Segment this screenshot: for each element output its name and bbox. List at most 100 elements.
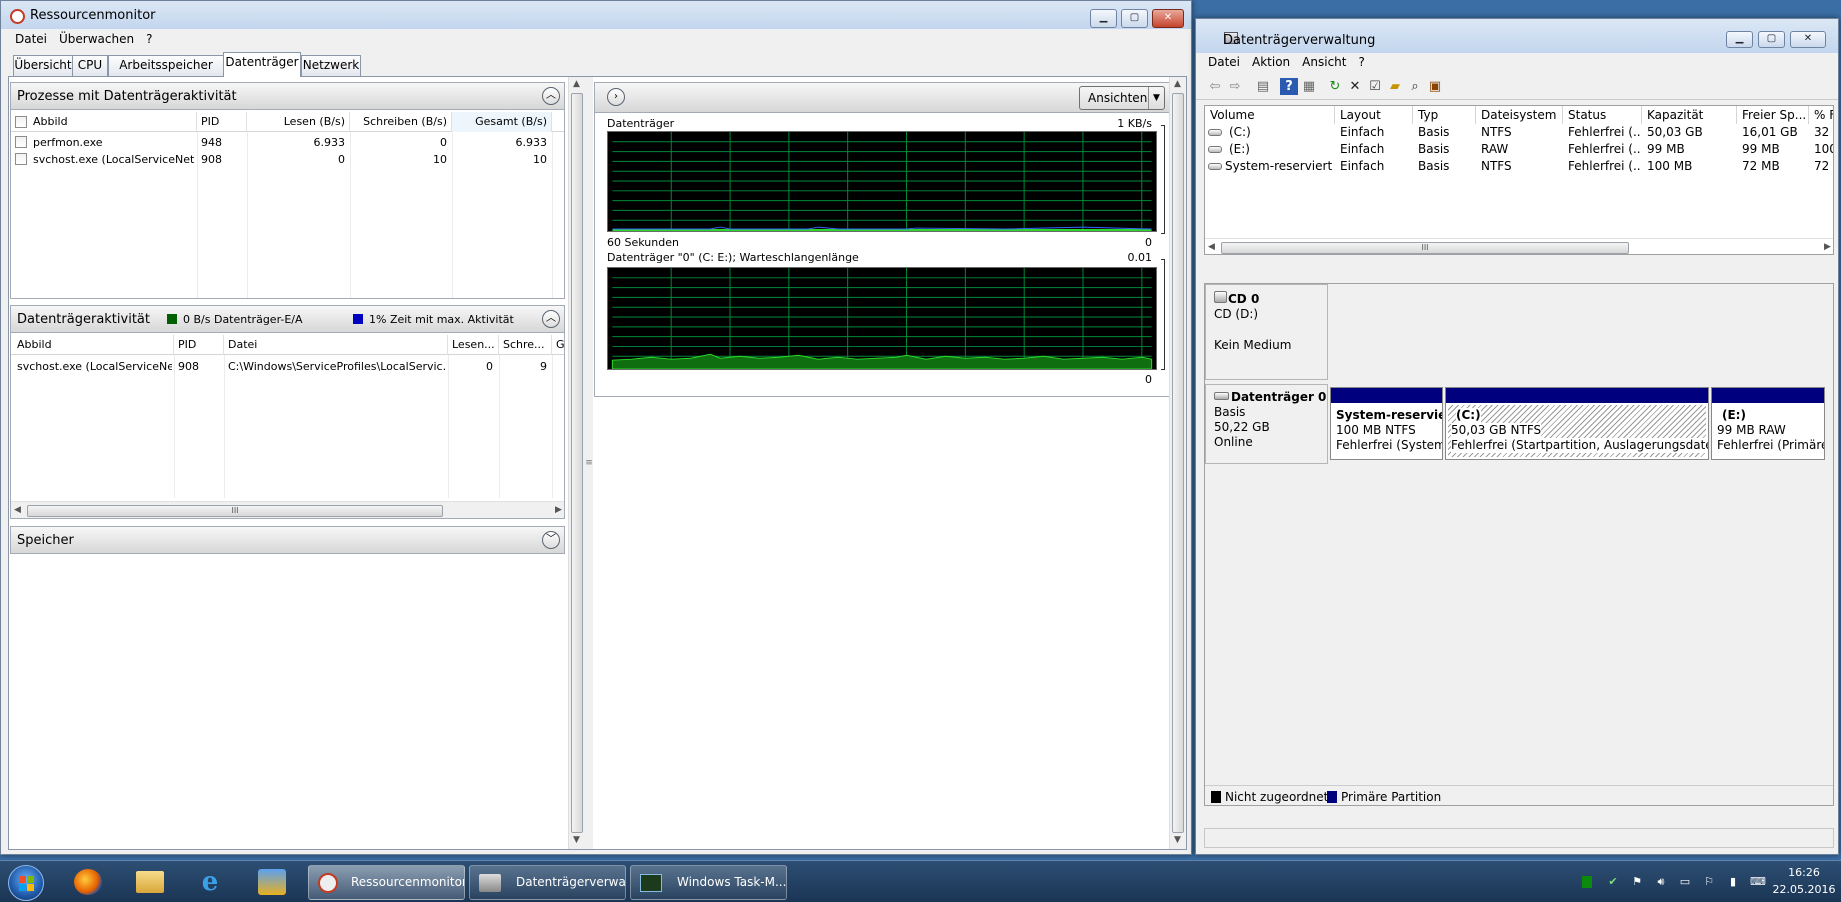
- start-button[interactable]: [8, 865, 44, 901]
- volume-list-hscrollbar[interactable]: ◀ III ▶: [1205, 238, 1833, 254]
- col-prozent-frei[interactable]: % F: [1809, 106, 1833, 124]
- expand-right-icon[interactable]: ›: [607, 88, 625, 106]
- menu-ansicht[interactable]: Ansicht: [1296, 53, 1352, 72]
- menu-datei[interactable]: Datei: [9, 30, 53, 49]
- open-folder-icon[interactable]: ▰: [1386, 78, 1404, 95]
- cd0-area[interactable]: [1329, 284, 1833, 380]
- menu-help[interactable]: ?: [140, 30, 158, 49]
- menu-aktion[interactable]: Aktion: [1246, 53, 1296, 72]
- scroll-thumb[interactable]: III: [27, 505, 443, 517]
- col-schreiben[interactable]: Schre...: [499, 335, 552, 355]
- clock-time[interactable]: 16:26: [1772, 866, 1836, 879]
- tray-volume-icon[interactable]: 🔊︎: [1654, 875, 1668, 889]
- resmon-titlebar[interactable]: Ressourcenmonitor ▁ ▢ ✕: [1, 1, 1191, 29]
- table-row[interactable]: svchost.exe (LocalServiceNe... 908 C:\Wi…: [11, 358, 564, 375]
- activity-hscrollbar[interactable]: ◀ III ▶: [11, 501, 564, 518]
- tab-cpu[interactable]: CPU: [72, 55, 108, 76]
- tray-flag-icon[interactable]: ⚐: [1702, 875, 1716, 889]
- maximize-button[interactable]: ▢: [1758, 31, 1785, 48]
- taskbar-taskmgr[interactable]: Windows Task-M...: [630, 865, 787, 900]
- row-checkbox[interactable]: [15, 153, 27, 165]
- col-abbild[interactable]: Abbild: [29, 112, 197, 132]
- tray-keyboard-icon[interactable]: ⌨: [1750, 875, 1766, 889]
- row-checkbox[interactable]: [15, 136, 27, 148]
- scroll-left-icon[interactable]: ◀: [1208, 242, 1215, 252]
- collapse-up-icon[interactable]: ︿: [542, 87, 560, 105]
- tray-update-icon[interactable]: ✔: [1606, 875, 1620, 889]
- table-row[interactable]: perfmon.exe 948 6.933 0 6.933: [11, 134, 552, 151]
- refresh-icon[interactable]: ↻: [1326, 78, 1344, 95]
- tab-arbeitsspeicher[interactable]: Arbeitsspeicher: [108, 55, 224, 76]
- scroll-down-icon[interactable]: ▼: [1174, 835, 1181, 845]
- settings-icon[interactable]: ☑: [1366, 78, 1384, 95]
- col-pid[interactable]: PID: [174, 335, 224, 355]
- col-abbild[interactable]: Abbild: [13, 335, 174, 355]
- delete-icon[interactable]: ✕: [1346, 78, 1364, 95]
- col-lesen[interactable]: Lesen (B/s): [247, 112, 350, 132]
- table-row[interactable]: (C:) Einfach Basis NTFS Fehlerfrei (... …: [1205, 124, 1833, 141]
- col-volume[interactable]: Volume: [1205, 106, 1335, 124]
- search-icon[interactable]: ⌕: [1406, 78, 1424, 95]
- help-icon[interactable]: ?: [1280, 78, 1298, 95]
- minimize-button[interactable]: ▁: [1726, 31, 1753, 48]
- tray-resmon-icon[interactable]: [1582, 876, 1592, 888]
- pinned-app-icon[interactable]: [258, 869, 286, 895]
- menu-datei[interactable]: Datei: [1202, 53, 1246, 72]
- clock-date[interactable]: 22.05.2016: [1768, 883, 1840, 896]
- taskbar-resmon[interactable]: Ressourcenmonitor: [308, 865, 465, 900]
- views-button[interactable]: Ansichten ▼: [1079, 86, 1165, 110]
- col-kapazitaet[interactable]: Kapazität: [1642, 106, 1737, 124]
- partition-c[interactable]: (C:) 50,03 GB NTFS Fehlerfrei (Startpart…: [1445, 387, 1709, 460]
- col-status[interactable]: Status: [1563, 106, 1642, 124]
- left-pane-vscrollbar[interactable]: ▲ ▼: [568, 77, 585, 849]
- cd0-info[interactable]: CD 0 CD (D:) Kein Medium: [1205, 284, 1328, 380]
- tray-display-icon[interactable]: ▭: [1678, 875, 1692, 889]
- diskmgmt-titlebar[interactable]: Datenträgerverwaltung ▁ ▢ ✕: [1196, 19, 1838, 53]
- firefox-icon[interactable]: [74, 869, 102, 895]
- scroll-thumb[interactable]: [1172, 93, 1184, 833]
- col-dateisystem[interactable]: Dateisystem: [1476, 106, 1563, 124]
- tray-action-center-icon[interactable]: ⚑: [1630, 875, 1644, 889]
- minimize-button[interactable]: ▁: [1090, 9, 1117, 28]
- col-lesen[interactable]: Lesen...: [448, 335, 499, 355]
- disk-properties-icon[interactable]: ▣: [1426, 78, 1444, 95]
- properties-icon[interactable]: ▦: [1300, 78, 1318, 95]
- memory-header[interactable]: Speicher ﹀: [11, 527, 564, 553]
- table-row[interactable]: svchost.exe (LocalServiceNet... 908 0 10…: [11, 151, 552, 168]
- col-gesamt[interactable]: G: [552, 335, 564, 355]
- partition-e[interactable]: (E:) 99 MB RAW Fehlerfrei (Primäre: [1711, 387, 1825, 460]
- tab-netzwerk[interactable]: Netzwerk: [301, 55, 361, 76]
- collapse-up-icon[interactable]: ︿: [542, 310, 560, 328]
- table-row[interactable]: (E:) Einfach Basis RAW Fehlerfrei (... 9…: [1205, 141, 1833, 158]
- menu-ueberwachen[interactable]: Überwachen: [53, 30, 140, 49]
- maximize-button[interactable]: ▢: [1121, 9, 1148, 28]
- scroll-down-icon[interactable]: ▼: [573, 835, 580, 845]
- scroll-right-icon[interactable]: ▶: [1824, 242, 1831, 252]
- expand-down-icon[interactable]: ﹀: [542, 531, 560, 549]
- col-schreiben[interactable]: Schreiben (B/s): [350, 112, 452, 132]
- col-typ[interactable]: Typ: [1413, 106, 1476, 124]
- partition-system-reserved[interactable]: System-reservier 100 MB NTFS Fehlerfrei …: [1330, 387, 1443, 460]
- processes-header[interactable]: Prozesse mit Datenträgeraktivität ︿: [11, 83, 564, 110]
- pane-splitter[interactable]: ≡: [585, 77, 593, 849]
- menu-help[interactable]: ?: [1352, 53, 1370, 72]
- tab-uebersicht[interactable]: Übersicht: [13, 55, 73, 76]
- col-layout[interactable]: Layout: [1335, 106, 1413, 124]
- tray-network-icon[interactable]: ▮: [1726, 875, 1740, 889]
- console-tree-icon[interactable]: ▤: [1254, 78, 1272, 95]
- col-freier-speicher[interactable]: Freier Sp...: [1737, 106, 1809, 124]
- forward-icon[interactable]: ⇨: [1226, 78, 1244, 95]
- scroll-thumb[interactable]: [571, 93, 583, 833]
- scroll-up-icon[interactable]: ▲: [1174, 79, 1181, 89]
- scroll-thumb[interactable]: III: [1221, 242, 1629, 254]
- col-gesamt[interactable]: Gesamt (B/s): [452, 112, 552, 132]
- close-button[interactable]: ✕: [1152, 9, 1184, 28]
- scroll-up-icon[interactable]: ▲: [573, 79, 580, 89]
- back-icon[interactable]: ⇦: [1206, 78, 1224, 95]
- col-pid[interactable]: PID: [197, 112, 247, 132]
- activity-header[interactable]: Datenträgeraktivität 0 B/s Datenträger-E…: [11, 306, 564, 333]
- scroll-right-icon[interactable]: ▶: [555, 505, 562, 515]
- scroll-left-icon[interactable]: ◀: [14, 505, 21, 515]
- disk0-info[interactable]: Datenträger 0 Basis 50,22 GB Online: [1205, 384, 1328, 464]
- select-all-checkbox[interactable]: [15, 116, 27, 128]
